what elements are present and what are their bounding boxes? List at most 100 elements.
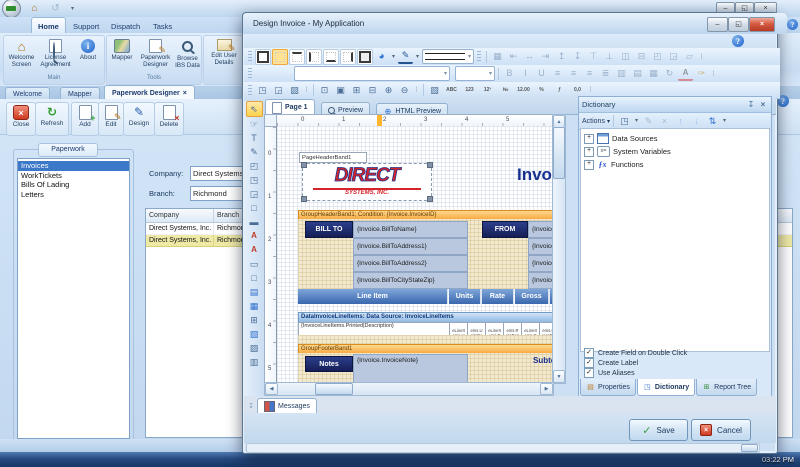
rate-column-header[interactable]: Rate (482, 289, 514, 304)
expand-icon[interactable]: + (584, 147, 594, 157)
align-to-grid-icon[interactable]: ▱ (682, 50, 697, 64)
toolbar-overflow-icon[interactable]: ⋮ (413, 83, 420, 97)
zoom-height-icon[interactable]: ⊟ (365, 83, 380, 97)
format-custom-icon[interactable]: 0,0 (569, 83, 586, 97)
home-icon[interactable]: ⌂ (27, 2, 42, 16)
cross-tab-component-icon[interactable]: ⊞ (247, 313, 262, 327)
style-tool-icon[interactable]: ✎ (247, 145, 262, 159)
ribbon-help-icon[interactable]: ? (787, 19, 798, 30)
toolbar-overflow-icon[interactable]: ⋮ (587, 83, 594, 97)
format-number-icon[interactable]: 123 (461, 83, 478, 97)
table-component-icon[interactable]: ▦ (247, 299, 262, 313)
align-text-center-icon[interactable]: ≡ (566, 67, 581, 81)
zoom-100-icon[interactable]: ▣ (333, 83, 348, 97)
vertical-alignment-icon[interactable]: ▦ (646, 67, 661, 81)
horizontal-scroll-thumb[interactable] (315, 383, 353, 395)
design-button[interactable]: ✎ Design (123, 102, 155, 136)
edit-user-details-button[interactable]: ✎ Edit User Details (206, 37, 242, 66)
text-rotation-icon[interactable]: ↻ (662, 67, 677, 81)
pen-color-icon[interactable]: ✎ (398, 50, 413, 64)
toolbar-grip[interactable] (477, 51, 481, 62)
expand-icon[interactable]: + (584, 160, 594, 170)
from-header[interactable]: FROM (482, 221, 528, 238)
list-item-letters[interactable]: Letters (18, 190, 129, 200)
underline-icon[interactable]: U (534, 67, 549, 81)
dialog-help-icon[interactable]: ? (732, 35, 744, 47)
company-logo-component[interactable]: DIRECT SYSTEMS, INC. (302, 163, 432, 201)
delete-button[interactable]: × Delete (154, 102, 184, 136)
tab-report-tree[interactable]: ⊞ Report Tree (696, 379, 757, 396)
gross-column-header[interactable]: Gross (515, 289, 549, 304)
page-image-icon[interactable]: ▨ (287, 83, 302, 97)
about-button[interactable]: i About (74, 37, 102, 61)
cancel-button[interactable]: × Cancel (691, 419, 751, 441)
barcode-component-icon[interactable]: ▥ (247, 355, 262, 369)
merge-cells-icon[interactable]: ▥ (614, 67, 629, 81)
zoom-out-icon[interactable]: ⊖ (397, 83, 412, 97)
zoom-width-icon[interactable]: ⊞ (349, 83, 364, 97)
from-field[interactable]: {Invoice. (528, 238, 553, 255)
create-field-checkbox[interactable]: ✓ Create Field on Double Click (580, 348, 768, 358)
send-to-back-icon[interactable]: ◲ (666, 50, 681, 64)
notes-header[interactable]: Notes (305, 356, 353, 372)
close-button[interactable]: × Close (6, 102, 36, 136)
save-button[interactable]: ✓ Save (629, 419, 688, 441)
invoice-title-text[interactable]: Invoice (517, 165, 553, 189)
invoice-note-field[interactable]: {Invoice.InvoiceNote} (353, 354, 468, 383)
font-color-icon[interactable]: A (678, 67, 693, 81)
tree-item-functions[interactable]: + ƒx Functions (581, 158, 769, 171)
tab-close-icon[interactable]: × (183, 90, 187, 97)
column-header-company[interactable]: Company (146, 209, 214, 222)
outside-border-button[interactable] (357, 49, 373, 65)
font-size-combo[interactable]: ▾ (455, 66, 495, 81)
align-text-justify-icon[interactable]: ≣ (598, 67, 613, 81)
new-item-icon[interactable]: ◳ (617, 114, 632, 128)
doc-tab-paperwork-designer[interactable]: Paperwork Designer × (104, 85, 195, 100)
bring-to-front-icon[interactable]: ◰ (650, 50, 665, 64)
tab-properties[interactable]: ▤ Properties (580, 379, 636, 396)
dialog-minimize-button[interactable]: – (707, 17, 728, 32)
align-rights-icon[interactable]: ⇥ (538, 50, 553, 64)
mapper-button[interactable]: Mapper (107, 37, 137, 61)
tab-dictionary[interactable]: ◳ Dictionary (637, 379, 695, 396)
bill-to-address1-field[interactable]: {Invoice.BillToAddress1} (353, 238, 468, 255)
same-width-icon[interactable]: ◫ (618, 50, 633, 64)
align-centers-icon[interactable]: ↔ (522, 50, 537, 64)
toolbar-overflow-icon[interactable]: ⋮ (698, 50, 705, 64)
tree-item-system-variables[interactable]: + x= System Variables (581, 145, 769, 158)
bold-icon[interactable]: B (502, 67, 517, 81)
tree-item-data-sources[interactable]: + Data Sources (581, 132, 769, 145)
format-general-icon[interactable]: ABC (443, 83, 460, 97)
align-lefts-icon[interactable]: ⇤ (506, 50, 521, 64)
use-aliases-checkbox[interactable]: ✓ Use Aliases (580, 368, 768, 378)
rich-text-component-icon[interactable]: A (247, 243, 262, 257)
units-column-header[interactable]: Units (449, 289, 481, 304)
list-item-bills-of-lading[interactable]: Bills Of Lading (18, 180, 129, 190)
toolbar-overflow-icon[interactable]: ⋮ (303, 83, 310, 97)
list-item-worktickets[interactable]: WorkTickets (18, 171, 129, 181)
list-item-invoices[interactable]: Invoices (18, 161, 129, 171)
tab-page1[interactable]: Page 1 (265, 99, 315, 115)
zoom-in-icon[interactable]: ⊕ (381, 83, 396, 97)
pin-icon[interactable]: ↧ (746, 98, 756, 112)
toolbar-overflow-icon[interactable]: ⋮ (710, 67, 717, 81)
checkbox-icon[interactable]: ✓ (584, 348, 594, 358)
copy-page-icon[interactable]: ◲ (271, 83, 286, 97)
align-text-left-icon[interactable]: ≡ (550, 67, 565, 81)
dictionary-tree[interactable]: + Data Sources + x= System Variables + ƒ… (580, 128, 770, 352)
ribbon-tab-home[interactable]: Home (31, 17, 66, 34)
welcome-screen-button[interactable]: ⌂ Welcome Screen (5, 37, 38, 68)
format-date-icon[interactable]: № (497, 83, 514, 97)
delete-item-icon[interactable]: × (657, 114, 672, 128)
zoom-fit-icon[interactable]: ⊡ (317, 83, 332, 97)
from-field[interactable]: {Invoice. (528, 255, 553, 272)
panel-close-icon[interactable]: × (758, 98, 768, 112)
top-border-button[interactable] (289, 49, 305, 65)
line-item-column-header[interactable]: Line Item (298, 289, 448, 304)
checkbox-icon[interactable]: ✓ (584, 358, 594, 368)
right-border-button[interactable] (340, 49, 356, 65)
design-page[interactable]: PageHeaderBand1 DIRECT SYSTEMS, INC. Inv… (276, 126, 553, 383)
from-field[interactable]: {Invoice. (528, 221, 553, 238)
fill-color-icon[interactable]: ◕ (374, 50, 389, 64)
standard-components-icon[interactable]: ◳ (247, 173, 262, 187)
